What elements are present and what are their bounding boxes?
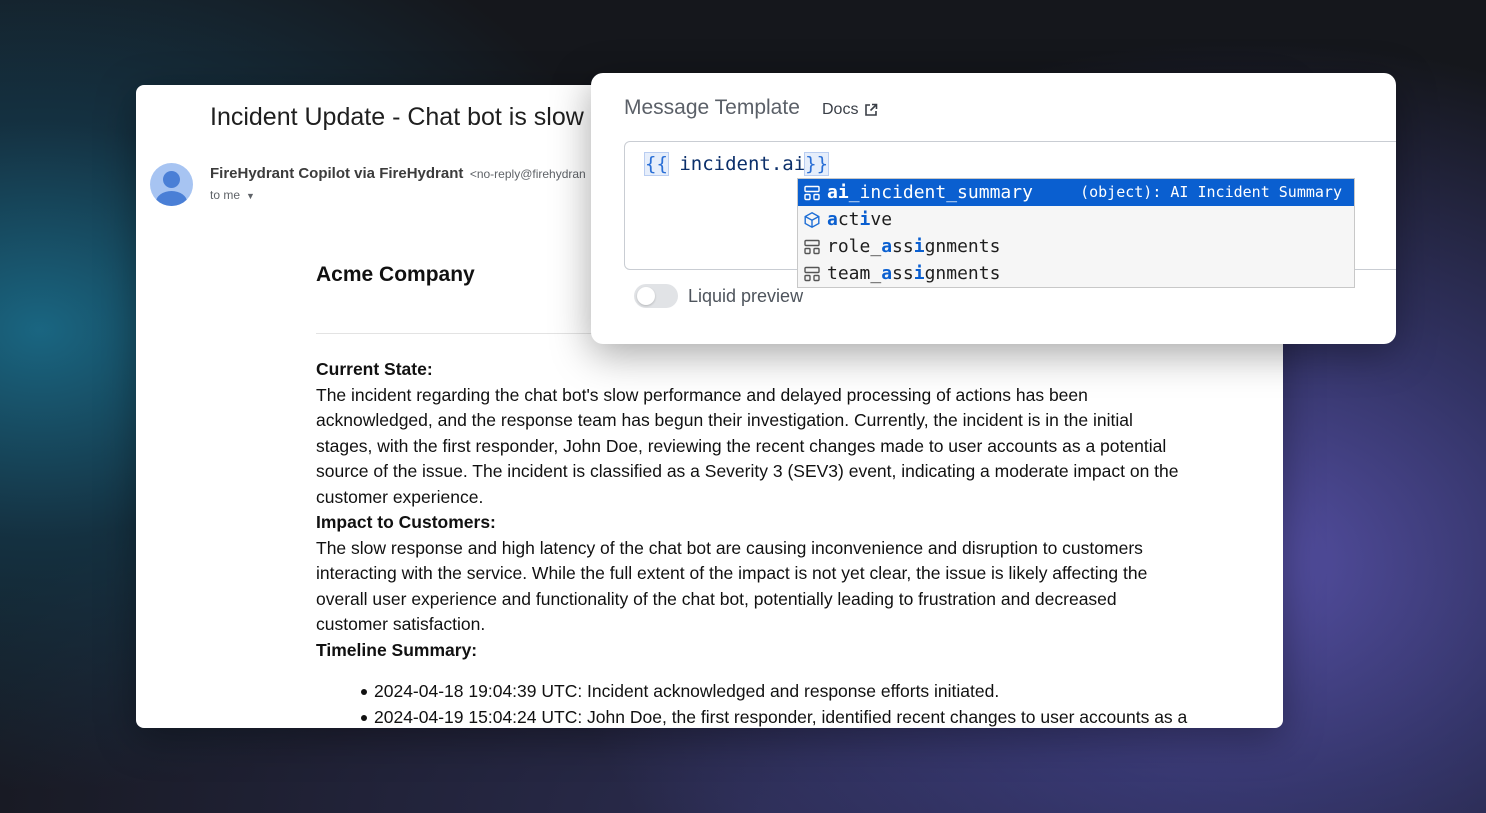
external-link-icon	[865, 103, 878, 116]
liquid-preview-row: Liquid preview	[634, 284, 803, 308]
open-brace: {{	[644, 152, 669, 176]
object-icon	[802, 237, 821, 256]
recipient-label: to me	[210, 188, 241, 202]
autocomplete-item-ai-incident-summary[interactable]: ai_incident_summary (object): AI Inciden…	[798, 179, 1354, 206]
code-line: {{ incident.ai}}	[644, 152, 830, 176]
autocomplete-item-team-assignments[interactable]: team_assignments	[798, 260, 1354, 287]
section-heading-current-state: Current State:	[316, 359, 433, 379]
chevron-down-icon[interactable]: ▼	[246, 191, 255, 201]
autocomplete-dropdown: ai_incident_summary (object): AI Inciden…	[797, 178, 1355, 288]
message-template-panel: Message Template Docs {{ incident.ai}} a…	[591, 73, 1396, 344]
object-icon	[802, 183, 821, 202]
list-item: 2024-04-18 19:04:39 UTC: Incident acknow…	[361, 679, 1186, 705]
autocomplete-item-role-assignments[interactable]: role_assignments	[798, 233, 1354, 260]
section-text-impact: The slow response and high latency of th…	[316, 537, 1148, 635]
recipient-toggle[interactable]: to me ▼	[210, 188, 255, 202]
sender-row: FireHydrant Copilot via FireHydrant <no-…	[210, 165, 586, 183]
sender-avatar[interactable]	[150, 163, 193, 206]
docs-label: Docs	[822, 101, 859, 118]
sender-name[interactable]: FireHydrant Copilot via FireHydrant	[210, 165, 463, 182]
section-text-current-state: The incident regarding the chat bot's sl…	[316, 384, 1179, 507]
timeline-list: 2024-04-18 19:04:39 UTC: Incident acknow…	[316, 679, 1187, 729]
docs-link[interactable]: Docs	[822, 101, 878, 119]
object-icon	[802, 264, 821, 283]
timeline-heading: Timeline Summary:	[316, 639, 478, 660]
autocomplete-label: role_assignments	[827, 236, 1001, 257]
autocomplete-label: team_assignments	[827, 263, 1001, 284]
list-item: 2024-04-19 15:04:24 UTC: John Doe, the f…	[361, 705, 1187, 729]
cube-icon	[802, 210, 821, 229]
autocomplete-label: ai_incident_summary	[827, 182, 1033, 203]
liquid-preview-label: Liquid preview	[688, 285, 804, 306]
autocomplete-detail: (object): AI Incident Summary	[1080, 183, 1342, 201]
email-subject: Incident Update - Chat bot is slow an	[210, 103, 619, 131]
autocomplete-item-active[interactable]: active	[798, 206, 1354, 233]
autocomplete-label: active	[827, 209, 893, 230]
sender-email: <no-reply@firehydran	[469, 167, 586, 181]
panel-title: Message Template	[624, 96, 800, 119]
code-text: incident.ai	[667, 153, 806, 175]
section-heading-impact: Impact to Customers:	[316, 512, 496, 532]
close-brace: }}	[804, 152, 830, 176]
liquid-preview-toggle[interactable]	[634, 284, 678, 308]
email-body: Current State: The incident regarding th…	[316, 357, 1187, 729]
